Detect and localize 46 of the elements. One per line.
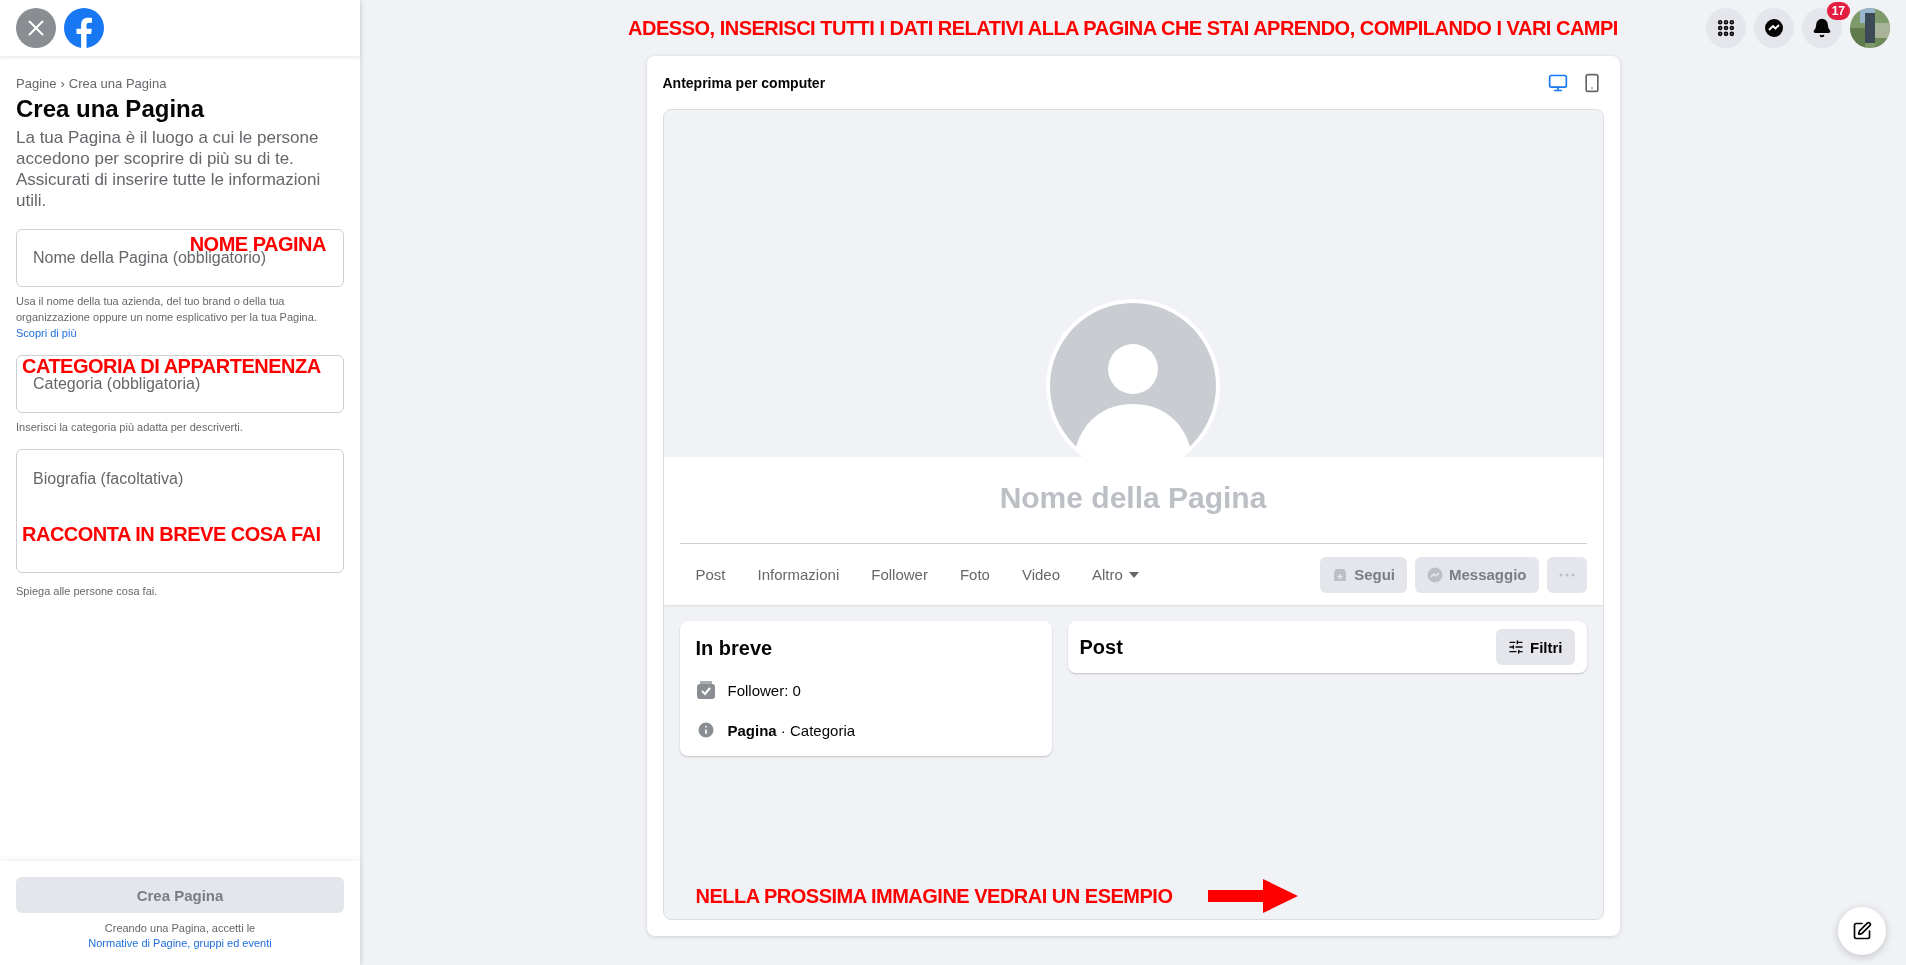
preview-title: Anteprima per computer (662, 74, 826, 91)
page-tab[interactable]: Post (679, 566, 742, 583)
terms-link[interactable]: Normative di Pagine, gruppi ed eventi (88, 937, 272, 949)
breadcrumb-link[interactable]: Crea una Pagina (68, 76, 167, 91)
menu-button[interactable] (1706, 8, 1746, 48)
plus-icon (1332, 566, 1349, 583)
breadcrumb-separator: › (60, 76, 65, 91)
bell-icon (1812, 18, 1832, 38)
messenger-icon (1426, 566, 1443, 583)
page-tab[interactable]: Foto (943, 566, 1006, 583)
page-tab[interactable]: Altro (1076, 566, 1155, 583)
help-text: Inserisci la categoria più adatta per descriverti. (16, 420, 244, 435)
description-text: La tua Pagina è il luogo a cui le persone accedono per scoprire di più su di te. Assicurati di inserire tutte le informazioni utili. (16, 127, 322, 211)
logo-icon (64, 8, 104, 48)
annotation-label: NELLA PROSSIMA IMMAGINE VEDRAI UN ESEMPIO (695, 884, 1173, 908)
learn-more-link[interactable]: Scopri di più (16, 327, 344, 339)
more-icon (1558, 572, 1575, 577)
info-icon (695, 720, 716, 740)
checkbox-icon (695, 680, 716, 700)
posts-title: Post (1079, 635, 1123, 659)
messenger-button[interactable] (1754, 8, 1794, 48)
terms-text: Creando una Pagina, accetti le Normative di Pagine, gruppi ed eventi (87, 921, 273, 951)
intro-title: In breve (695, 637, 774, 660)
annotation-label: ADESSO, INSERISCI TUTTI I DATI RELATIVI ALLA PAGINA CHE STAI APRENDO, COMPILANDO I VARI CAMPI (628, 16, 1618, 40)
page-tab[interactable]: Informazioni (741, 566, 856, 583)
help-text: Spiega alle persone cosa fai. (16, 584, 159, 599)
sliders-icon (1508, 639, 1524, 655)
grid-icon (1716, 18, 1736, 38)
filter-button[interactable]: Filtri (1496, 629, 1575, 665)
arrow-icon (1208, 879, 1299, 913)
breadcrumb-link[interactable]: Pagine (16, 76, 57, 91)
edit-button[interactable] (1838, 907, 1886, 955)
annotation-label: RACCONTA IN BREVE COSA FAI (22, 523, 321, 546)
intro-text: Pagina · Categoria (727, 721, 856, 739)
caret-icon (1128, 571, 1139, 578)
intro-text: Follower: 0 (727, 681, 801, 699)
annotation-label: CATEGORIA DI APPARTENENZA (22, 355, 321, 377)
page-tab[interactable]: Follower (855, 566, 944, 583)
page-name: Nome della Pagina (998, 480, 1268, 516)
page-title: Crea una Pagina (16, 95, 206, 123)
close-button[interactable] (16, 8, 56, 48)
edit-icon (1852, 921, 1872, 941)
messenger-icon (1764, 18, 1784, 38)
help-text: Usa il nome della tua azienda, del tuo brand o della tua organizzazione oppure un nome esplicativo per la tua Pagina. (16, 294, 318, 325)
page-tab[interactable]: Video (1005, 566, 1076, 583)
notification-badge: 17 (1826, 2, 1850, 20)
